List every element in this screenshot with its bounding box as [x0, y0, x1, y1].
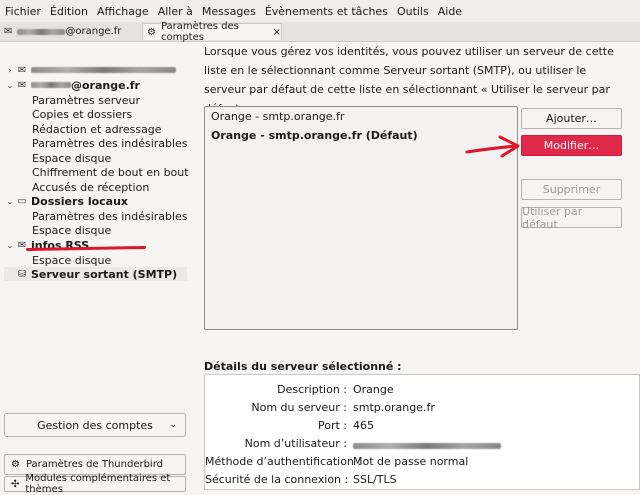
sidebar-item-rss-disk[interactable]: Espace disque — [32, 253, 111, 267]
close-icon[interactable]: × — [273, 27, 281, 38]
thunderbird-settings-label: Paramètres de Thunderbird — [25, 459, 163, 470]
tree-account-orange[interactable]: ⌄ ✉ @orange.fr — [4, 78, 140, 92]
account-sidebar: › ✉ ⌄ ✉ @orange.fr Paramètres serveur Co… — [0, 42, 196, 495]
detail-row-username: Nom d’utilisateur : — [205, 437, 501, 451]
outgoing-server-label: Serveur sortant (SMTP) — [31, 267, 178, 281]
puzzle-icon: ✣ — [11, 478, 20, 490]
menu-events[interactable]: Évènements et tâches — [260, 5, 392, 18]
sidebar-item-local-disk[interactable]: Espace disque — [32, 223, 111, 237]
outgoing-server-panel: Lorsque vous gérez vos identités, vous p… — [196, 42, 640, 490]
menu-view[interactable]: Affichage — [92, 5, 153, 18]
redacted-username — [353, 443, 501, 449]
gear-icon: ⚙ — [147, 26, 156, 38]
list-item[interactable]: Orange - smtp.orange.fr — [211, 110, 344, 123]
manage-accounts-label: Gestion des comptes — [37, 418, 153, 432]
sidebar-item-receipts[interactable]: Accusés de réception — [32, 180, 149, 194]
menu-file[interactable]: Fichier — [0, 5, 45, 18]
folder-icon: ▭ — [17, 195, 27, 207]
manage-accounts-button[interactable]: Gestion des comptes ⌄ — [4, 413, 186, 437]
mail-icon: ✉ — [17, 79, 27, 91]
smtp-server-list[interactable]: Orange - smtp.orange.fr Orange - smtp.or… — [204, 106, 518, 330]
chevron-down-icon: ⌄ — [169, 420, 177, 430]
sidebar-item-composition[interactable]: Rédaction et adressage — [32, 122, 162, 136]
detail-row-security: Sécurité de la connexion : SSL/TLS — [205, 473, 397, 486]
menu-tools[interactable]: Outils — [392, 5, 433, 18]
tree-local-folders[interactable]: ⌄ ▭ Dossiers locaux — [4, 194, 128, 208]
details-title: Détails du serveur sélectionné : — [204, 360, 402, 373]
redacted-account — [31, 67, 176, 73]
chevron-down-icon[interactable]: ⌄ — [4, 241, 16, 250]
menu-bar: Fichier Édition Affichage Aller à Messag… — [0, 0, 640, 22]
sidebar-item-server-settings[interactable]: Paramètres serveur — [32, 93, 140, 107]
mail-icon: ✉ — [4, 26, 13, 37]
redacted-username — [31, 82, 71, 88]
detail-row-description: Description : Orange — [277, 383, 394, 396]
server-details: Description : Orange Nom du serveur : sm… — [204, 374, 640, 490]
tab-inbox[interactable]: ✉ @orange.fr — [4, 23, 139, 40]
chevron-down-icon[interactable]: ⌄ — [4, 81, 16, 90]
edit-button[interactable]: Modifier… — [521, 135, 622, 156]
chevron-right-icon[interactable]: › — [4, 66, 16, 75]
thunderbird-settings-button[interactable]: ⚙ Paramètres de Thunderbird — [4, 454, 186, 475]
redacted-email — [17, 28, 66, 35]
tab-bar: ✉ @orange.fr ⚙ Paramètres des comptes × — [0, 21, 640, 43]
set-default-button[interactable]: Utiliser par défaut — [521, 205, 622, 231]
chevron-down-icon[interactable]: ⌄ — [4, 197, 16, 206]
sidebar-item-outgoing-server[interactable]: ⛁ Serveur sortant (SMTP) — [4, 267, 187, 281]
menu-go[interactable]: Aller à — [153, 5, 197, 18]
addons-label: Modules complémentaires et thèmes — [25, 473, 171, 495]
detail-row-port: Port : 465 — [317, 419, 374, 432]
add-button[interactable]: Ajouter… — [521, 108, 622, 129]
sidebar-item-junk[interactable]: Paramètres des indésirables — [32, 136, 188, 150]
delete-button[interactable]: Supprimer — [521, 179, 622, 200]
tab-account-settings-label: Paramètres des comptes — [160, 21, 239, 43]
detail-row-hostname: Nom du serveur : smtp.orange.fr — [251, 401, 435, 414]
menu-messages[interactable]: Messages — [197, 5, 260, 18]
sidebar-item-copies-folders[interactable]: Copies et dossiers — [32, 107, 132, 121]
tree-account-1[interactable]: › ✉ — [4, 63, 176, 77]
mail-icon: ✉ — [17, 64, 27, 76]
tab-inbox-label: @orange.fr — [65, 26, 122, 37]
menu-help[interactable]: Aide — [433, 5, 466, 18]
sidebar-item-local-junk[interactable]: Paramètres des indésirables — [32, 209, 188, 223]
menu-edit[interactable]: Édition — [45, 5, 92, 18]
detail-row-auth: Méthode d’authentification : Mot de pass… — [205, 455, 469, 468]
local-folders-label: Dossiers locaux — [31, 194, 129, 208]
list-item-default[interactable]: Orange - smtp.orange.fr (Défaut) — [211, 129, 418, 142]
gear-icon: ⚙ — [11, 459, 20, 470]
account-label: @orange.fr — [71, 78, 140, 92]
sidebar-item-disk-space[interactable]: Espace disque — [32, 151, 111, 165]
tab-account-settings[interactable]: ⚙ Paramètres des comptes × — [142, 21, 282, 43]
server-icon: ⛁ — [17, 268, 27, 280]
sidebar-item-e2e[interactable]: Chiffrement de bout en bout — [32, 165, 189, 179]
